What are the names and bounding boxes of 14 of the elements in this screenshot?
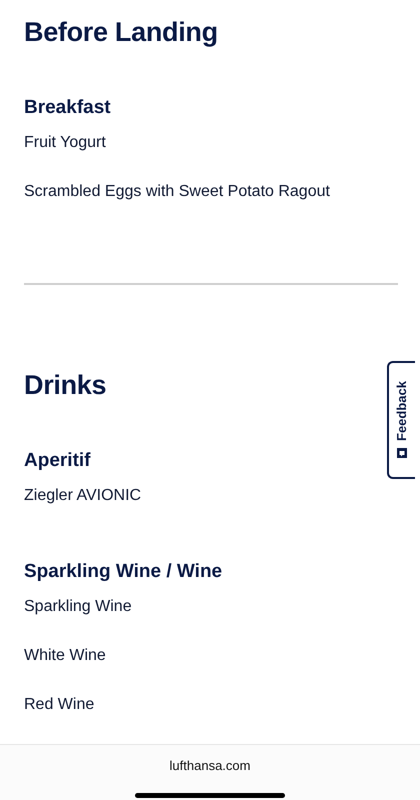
- group-heading: Aperitif: [24, 449, 90, 473]
- group-heading: Breakfast: [24, 96, 111, 120]
- group-heading: Sparkling Wine / Wine: [24, 560, 222, 584]
- feedback-icon: [396, 446, 408, 459]
- section-title: Drinks: [24, 369, 106, 402]
- menu-item-text: Scrambled Eggs with Sweet Potato Ragout: [24, 182, 330, 202]
- menu-item-text: Fruit Yogurt: [24, 133, 106, 153]
- feedback-tab[interactable]: Feedback: [387, 361, 415, 479]
- menu-item-text: White Wine: [24, 646, 106, 666]
- menu-item-text: Sparkling Wine: [24, 597, 132, 617]
- menu-item-text: Red Wine: [24, 695, 94, 715]
- menu-item-text: Ziegler AVIONIC: [24, 486, 142, 506]
- url-text: lufthansa.com: [170, 758, 250, 774]
- section-title: Before Landing: [24, 16, 218, 49]
